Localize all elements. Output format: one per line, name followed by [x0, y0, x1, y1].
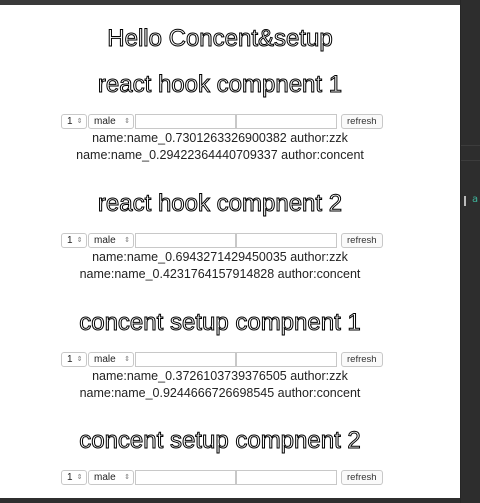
number-value: 1	[67, 116, 73, 127]
gender-select[interactable]: male ⇕	[88, 352, 134, 367]
refresh-button[interactable]: refresh	[341, 114, 383, 129]
gender-value: male	[94, 235, 116, 246]
info-line: name:name_0.3726103739376505 author:zzk	[92, 369, 348, 383]
select-arrows-icon: ⇕	[124, 474, 130, 481]
section-heading: react hook compnent 2	[97, 190, 343, 218]
refresh-button[interactable]: refresh	[341, 233, 383, 248]
gender-select[interactable]: male ⇕	[88, 114, 134, 129]
name-input[interactable]	[135, 114, 236, 129]
gender-value: male	[94, 354, 116, 365]
info-line: name:name_0.9244666726698545 author:conc…	[79, 386, 361, 400]
section-heading: react hook compnent 1	[97, 71, 343, 99]
select-arrows-icon: ⇕	[124, 118, 130, 125]
controls-row: 1 ⇕ male ⇕ refresh	[61, 233, 383, 248]
section-heading: concent setup compnent 2	[79, 427, 362, 455]
controls-row: 1 ⇕ male ⇕ refresh	[61, 352, 383, 367]
select-arrows-icon: ⇕	[124, 356, 130, 363]
number-value: 1	[67, 472, 73, 483]
number-value: 1	[67, 354, 73, 365]
devtools-panel: a	[460, 0, 480, 503]
select-arrows-icon: ⇕	[124, 237, 130, 244]
select-arrows-icon: ⇕	[76, 474, 83, 481]
text-cursor	[464, 196, 466, 206]
number-select[interactable]: 1 ⇕	[61, 233, 87, 248]
controls-row: 1 ⇕ male ⇕ refresh	[61, 114, 383, 129]
panel-divider	[461, 145, 480, 161]
name-input[interactable]	[135, 352, 236, 367]
info-line: name:name_0.6943271429450035 author:zzk	[92, 250, 348, 264]
gender-value: male	[94, 472, 116, 483]
gender-select[interactable]: male ⇕	[88, 470, 134, 485]
number-select[interactable]: 1 ⇕	[61, 114, 87, 129]
number-select[interactable]: 1 ⇕	[61, 352, 87, 367]
select-arrows-icon: ⇕	[76, 118, 83, 125]
panel-tag: a	[472, 194, 479, 205]
select-arrows-icon: ⇕	[76, 356, 83, 363]
name-input[interactable]	[135, 470, 236, 485]
info-line: name:name_0.7301263326900382 author:zzk	[92, 131, 348, 145]
refresh-button[interactable]: refresh	[341, 470, 383, 485]
refresh-button[interactable]: refresh	[341, 352, 383, 367]
author-input[interactable]	[236, 470, 337, 485]
number-value: 1	[67, 235, 73, 246]
controls-row: 1 ⇕ male ⇕ refresh	[61, 470, 383, 485]
number-select[interactable]: 1 ⇕	[61, 470, 87, 485]
info-line: name:name_0.29422364440709337 author:con…	[76, 148, 364, 162]
info-line: name:name_0.4231764157914828 author:conc…	[79, 267, 361, 281]
section-heading: concent setup compnent 1	[79, 309, 362, 337]
name-input[interactable]	[135, 233, 236, 248]
author-input[interactable]	[236, 233, 337, 248]
author-input[interactable]	[236, 352, 337, 367]
select-arrows-icon: ⇕	[76, 237, 83, 244]
page-content: Hello Concent&setup react hook compnent …	[0, 5, 460, 498]
gender-value: male	[94, 116, 116, 127]
author-input[interactable]	[236, 114, 337, 129]
gender-select[interactable]: male ⇕	[88, 233, 134, 248]
page-title: Hello Concent&setup	[107, 25, 333, 53]
